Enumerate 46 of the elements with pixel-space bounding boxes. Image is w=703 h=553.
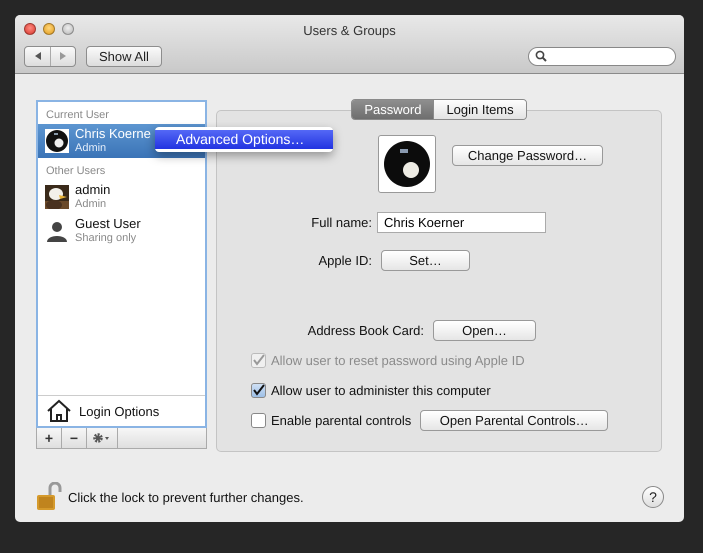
forward-arrow-icon (58, 51, 68, 61)
field-label: Apple ID: (318, 253, 372, 268)
tab[interactable]: Login Items (433, 100, 526, 119)
user-item[interactable]: Guest User Sharing only (38, 214, 205, 248)
checkmark-icon (252, 384, 265, 397)
user-picture-well[interactable] (378, 135, 436, 193)
section-heading: Other Users (45, 164, 106, 179)
window-title: Users & Groups (303, 22, 396, 38)
back-arrow-icon (32, 51, 42, 61)
eight-ball-icon (383, 140, 431, 188)
open-parental-controls-button[interactable]: Open Parental Controls… (420, 410, 608, 431)
add-user-button[interactable]: + (37, 428, 62, 448)
open-card-button[interactable]: Open… (433, 320, 536, 341)
field-label: Full name: (310, 215, 372, 230)
close-button[interactable] (24, 23, 36, 35)
person-silhouette-icon (45, 219, 69, 243)
search-icon (535, 50, 547, 62)
menu-item[interactable]: Advanced Options… (155, 130, 333, 149)
user-name: admin (75, 183, 110, 197)
checkmark-icon (252, 354, 265, 367)
user-role: Admin (75, 141, 108, 155)
change-password-button[interactable]: Change Password… (452, 144, 603, 166)
login-options-item[interactable]: Login Options (38, 395, 205, 426)
help-button[interactable]: ? (642, 486, 664, 508)
field-label: Address Book Card: (306, 323, 424, 338)
show-all-button[interactable]: Show All (86, 46, 162, 66)
minimize-button[interactable] (43, 23, 55, 35)
full-name-field[interactable]: Chris Koerner (377, 212, 546, 233)
tab[interactable]: Password (352, 100, 434, 119)
user-role: Admin (75, 197, 108, 211)
house-icon (46, 399, 72, 423)
eight-ball-icon (45, 129, 69, 153)
gear-icon (92, 432, 112, 444)
unlocked-padlock-icon (35, 482, 63, 512)
remove-user-button[interactable]: − (62, 428, 87, 448)
user-item[interactable]: admin Admin (38, 180, 205, 214)
section-heading: Current User (45, 108, 110, 123)
search-field[interactable] (528, 46, 676, 66)
checkbox[interactable]: Enable parental controls (251, 413, 412, 428)
user-name: Guest User (75, 217, 141, 231)
zoom-button[interactable] (62, 23, 74, 35)
user-role: Sharing only (75, 231, 138, 245)
set-apple-id-button[interactable]: Set… (381, 250, 470, 271)
lock-message: Click the lock to prevent further changes. (68, 490, 304, 504)
user-name: Chris Koerne (75, 127, 151, 141)
checkbox[interactable]: Allow user to administer this computer (251, 383, 491, 398)
